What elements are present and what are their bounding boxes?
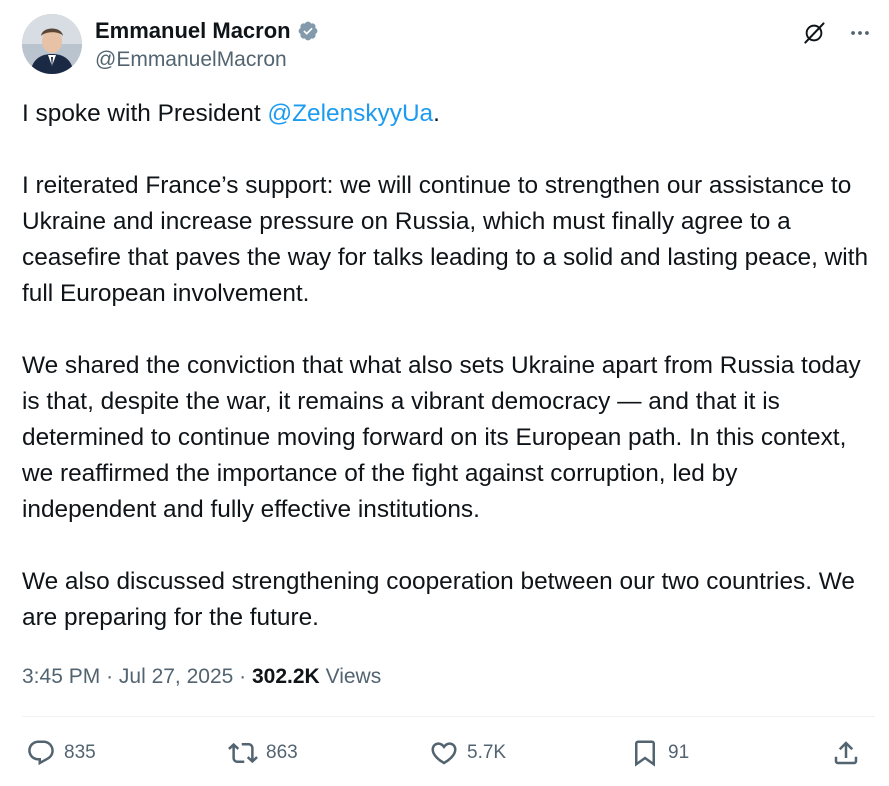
views-count: 302.2K [252,665,320,688]
author-names: Emmanuel Macron @EmmanuelMacron [95,16,319,74]
share-button[interactable] [831,733,861,773]
p1-prefix: I spoke with President [22,100,268,127]
bookmark-icon [635,740,655,767]
meta-separator: · [106,665,119,688]
views-label: Views [325,665,382,688]
display-name[interactable]: Emmanuel Macron [95,16,291,46]
tweet-header: Emmanuel Macron @EmmanuelMacron [22,14,875,76]
tweet-paragraph-4: We also discussed strengthening cooperat… [22,568,855,631]
bookmark-button[interactable]: 91 [630,733,689,773]
repost-count: 863 [266,742,298,763]
more-options-icon[interactable] [845,18,875,48]
display-name-row[interactable]: Emmanuel Macron [95,16,319,46]
action-bar: 835 863 5.7K 91 [26,733,869,773]
handle[interactable]: @EmmanuelMacron [95,46,319,74]
mention-link[interactable]: @ZelenskyyUa [267,100,433,127]
tweet-paragraph-2: I reiterated France’s support: we will c… [22,172,869,307]
tweet-paragraph-3: We shared the conviction that what also … [22,352,861,523]
avatar[interactable] [22,14,82,74]
tweet-date[interactable]: Jul 27, 2025 [119,665,233,688]
like-count: 5.7K [467,742,507,763]
grok-icon[interactable] [799,18,829,48]
divider [22,716,875,717]
top-actions [799,18,875,48]
tweet-paragraph-1: I spoke with President @ZelenskyyUa. [22,96,872,132]
repost-button[interactable]: 863 [228,733,298,773]
heart-icon [431,742,457,765]
share-icon [834,741,858,765]
reply-count: 835 [64,742,96,763]
tweet-text: I spoke with President @ZelenskyyUa. I r… [22,96,872,672]
like-button[interactable]: 5.7K [429,733,506,773]
meta-separator: · [239,665,252,688]
bookmark-count: 91 [668,742,690,763]
p1-suffix: . [433,100,440,127]
reply-button[interactable]: 835 [26,733,96,773]
tweet-meta: 3:45 PM · Jul 27, 2025 · 302.2K Views [22,662,381,692]
repost-icon [228,742,258,764]
reply-icon [28,740,54,766]
tweet-time[interactable]: 3:45 PM [22,665,100,688]
avatar-image [22,14,82,74]
verified-badge-icon [297,20,319,42]
